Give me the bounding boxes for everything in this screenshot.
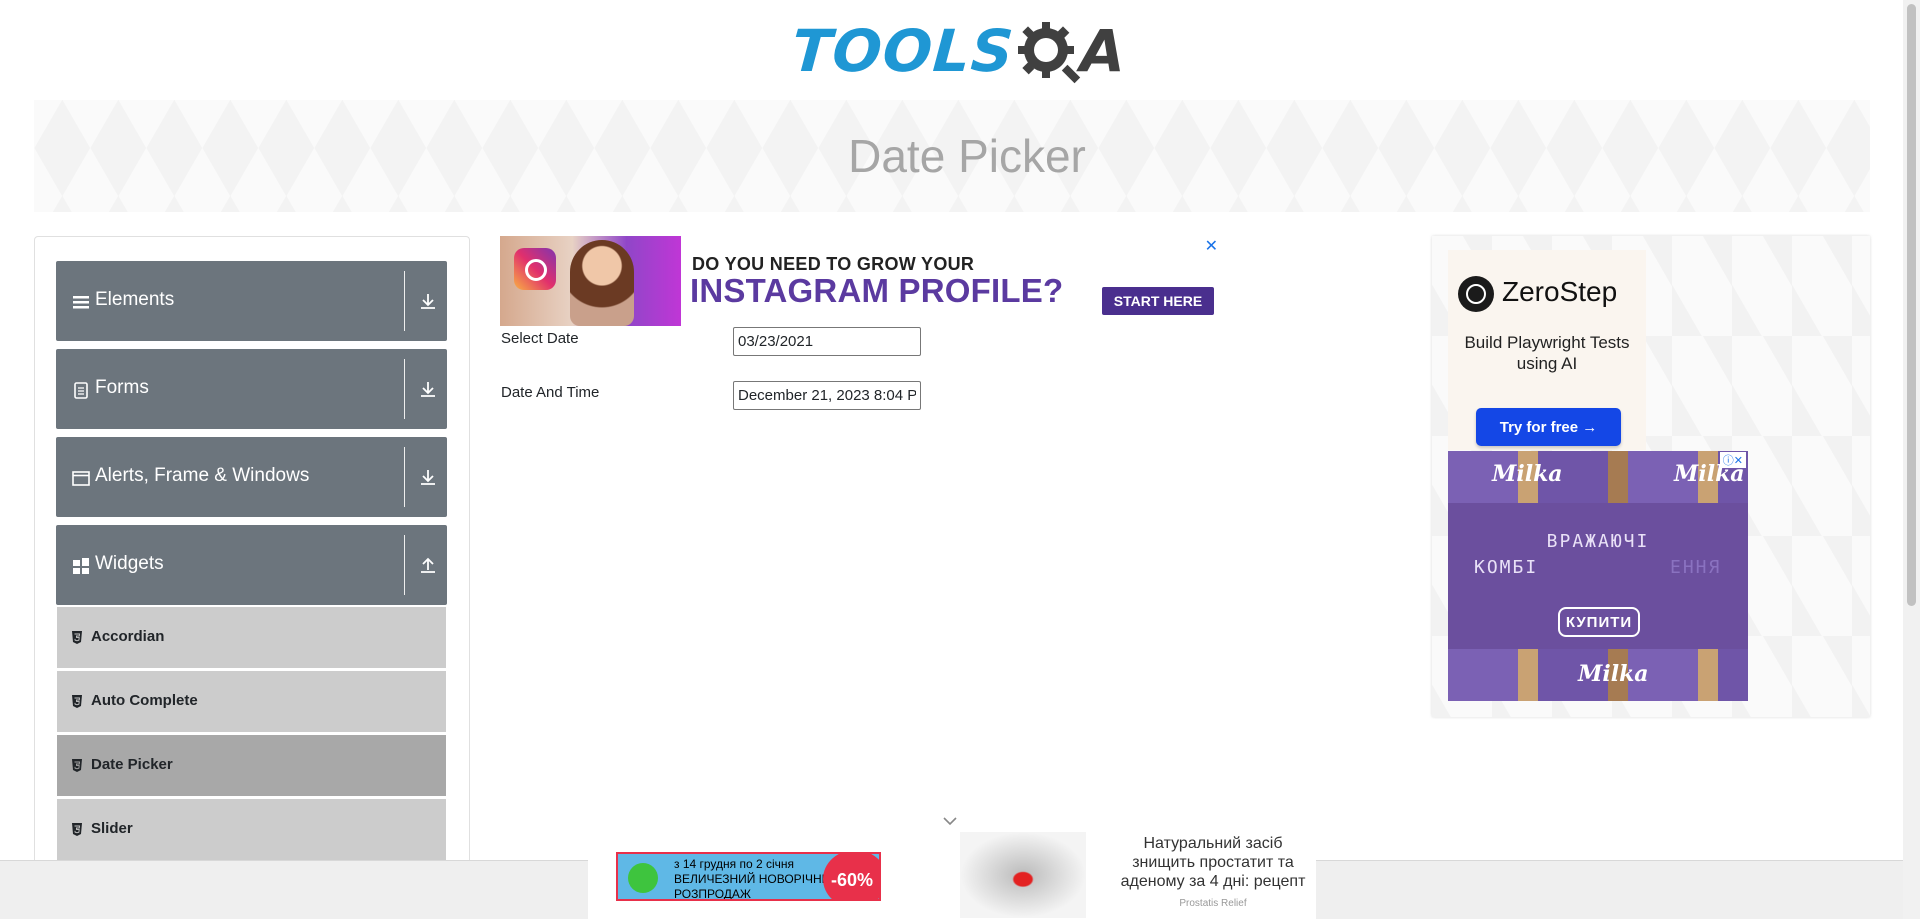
select-date-label: Select Date <box>501 330 579 347</box>
zerostep-logo-icon <box>1458 276 1494 312</box>
milka-line1: ВРАЖАЮЧІ <box>1546 531 1650 552</box>
scrollbar-thumb[interactable] <box>1907 4 1916 606</box>
zerostep-tagline: Build Playwright Tests using AI <box>1464 333 1630 373</box>
milka-line2b: ЕННЯ <box>1670 557 1722 578</box>
divider <box>404 271 405 331</box>
sidebar-group-label: Forms <box>95 377 149 398</box>
zerostep-name: ZeroStep <box>1502 276 1618 307</box>
sale-banner[interactable]: з 14 грудня по 2 січня ВЕЛИЧЕЗНИЙ НОВОРІ… <box>616 852 881 901</box>
logo-text-tools: TOOLS <box>789 17 1017 85</box>
divider <box>404 447 405 507</box>
download-arrow-icon[interactable] <box>418 291 438 311</box>
sale-line1: з 14 грудня по 2 січня <box>674 857 795 871</box>
hamburger-icon <box>73 296 89 309</box>
grid-icon <box>73 558 89 574</box>
chevron-down-icon[interactable] <box>942 814 958 828</box>
sidebar-item-date-picker[interactable]: Date Picker <box>57 735 446 796</box>
vertical-scrollbar[interactable] <box>1903 0 1920 919</box>
right-ad-column: ZeroStep Build Playwright Tests using AI… <box>1432 236 1870 717</box>
toolsqa-logo[interactable]: TOOLS A <box>789 12 1125 90</box>
gear-icon <box>1016 18 1082 84</box>
logo-text-a: A <box>1079 17 1125 85</box>
html5-icon <box>72 695 82 708</box>
instagram-icon <box>514 248 556 290</box>
milka-brand: Milka <box>1578 661 1649 687</box>
upload-arrow-icon[interactable] <box>418 555 438 575</box>
sidebar-group-elements[interactable]: Elements <box>56 261 447 341</box>
date-and-time-label: Date And Time <box>501 384 600 401</box>
bottom-ad-source: Prostatis Relief <box>1179 898 1247 909</box>
bottom-ad-text[interactable]: Натуральний засіб знищить простатит та а… <box>1118 834 1308 891</box>
sidebar-item-label: Auto Complete <box>91 692 198 709</box>
try-for-free-button[interactable]: Try for free → <box>1476 408 1621 446</box>
download-arrow-icon[interactable] <box>418 379 438 399</box>
html5-icon <box>72 759 82 772</box>
sidebar-item-label: Slider <box>91 820 133 837</box>
zerostep-ad[interactable]: ZeroStep Build Playwright Tests using AI… <box>1448 250 1646 450</box>
sidebar-item-accordian[interactable]: Accordian <box>57 607 446 668</box>
sidebar-group-label: Alerts, Frame & Windows <box>95 465 310 486</box>
ad-photo <box>500 236 681 326</box>
smiley-icon <box>628 863 658 893</box>
milka-products-top: Milka Milka <box>1448 451 1748 503</box>
bottom-ad[interactable]: з 14 грудня по 2 січня ВЕЛИЧЕЗНИЙ НОВОРІ… <box>588 830 1316 919</box>
sidebar-item-label: Date Picker <box>91 756 173 773</box>
sidebar-item-auto-complete[interactable]: Auto Complete <box>57 671 446 732</box>
sidebar-group-forms[interactable]: Forms <box>56 349 447 429</box>
ad-subheadline: INSTAGRAM PROFILE? <box>690 272 1064 309</box>
select-date-input[interactable] <box>733 327 921 356</box>
woman-image <box>570 240 634 326</box>
milka-products-bottom: Milka <box>1448 649 1748 701</box>
sale-line3: РОЗПРОДАЖ <box>674 887 751 901</box>
sidebar-group-label: Elements <box>95 289 175 310</box>
sidebar: Elements Forms Alerts, Frame & Windows W… <box>34 236 470 919</box>
divider <box>404 359 405 419</box>
sidebar-group-alerts[interactable]: Alerts, Frame & Windows <box>56 437 447 517</box>
instagram-ad[interactable]: DO YOU NEED TO GROW YOUR INSTAGRAM PROFI… <box>500 236 1228 326</box>
sidebar-group-widgets[interactable]: Widgets <box>56 525 447 605</box>
xray-image <box>960 832 1086 918</box>
milka-brand: Milka <box>1492 461 1563 487</box>
divider <box>404 535 405 595</box>
window-icon <box>72 471 90 486</box>
download-arrow-icon[interactable] <box>418 467 438 487</box>
sidebar-item-slider[interactable]: Slider <box>57 799 446 860</box>
html5-icon <box>72 631 82 644</box>
adchoices-icon[interactable]: ⓘ✕ <box>1719 452 1746 468</box>
page-banner: Date Picker <box>34 100 1870 212</box>
start-here-button[interactable]: START HERE <box>1102 287 1214 315</box>
document-icon <box>74 382 88 399</box>
page-title: Date Picker <box>848 130 1086 182</box>
discount-percent: -60% <box>830 870 873 890</box>
date-and-time-input[interactable] <box>733 381 921 410</box>
close-icon[interactable]: ✕ <box>1205 236 1218 256</box>
sale-line2: ВЕЛИЧЕЗНИЙ НОВОРІЧНИЙ <box>674 872 839 886</box>
page: TOOLS A Date Picker Elements Forms Alert… <box>0 0 1920 919</box>
sidebar-group-label: Widgets <box>95 553 164 574</box>
milka-ad[interactable]: Milka Milka ВРАЖАЮЧІ КОМБІ ЕННЯ КУПИТИ M… <box>1448 451 1748 701</box>
html5-icon <box>72 823 82 836</box>
sidebar-item-label: Accordian <box>91 628 165 645</box>
buy-button[interactable]: КУПИТИ <box>1558 607 1640 637</box>
